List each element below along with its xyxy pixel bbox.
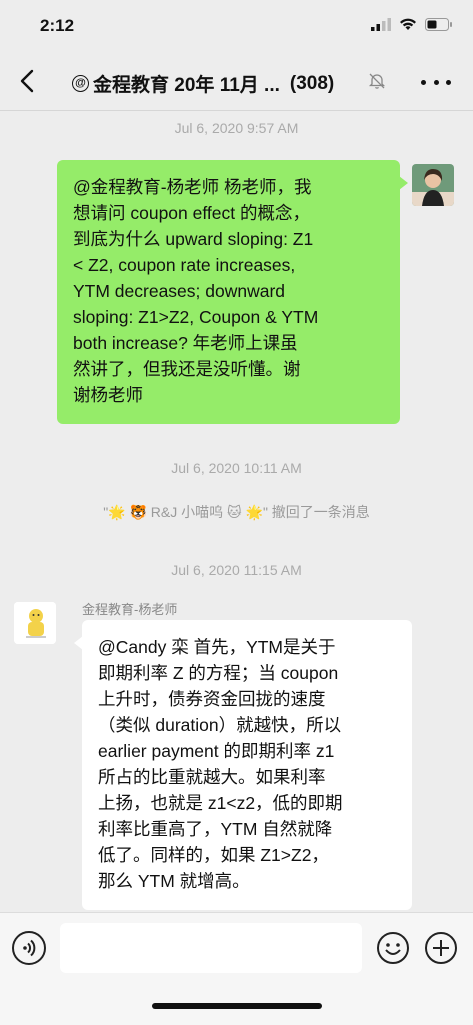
emoji-button[interactable] xyxy=(376,931,410,965)
signal-icon xyxy=(371,18,391,31)
back-icon xyxy=(20,69,34,93)
message-bubble-received[interactable]: @Candy 栾 首先，YTM是关于 即期利率 Z 的方程；当 coupon 上… xyxy=(74,620,412,910)
recall-notice: "🌟 🐯 R&J 小喵呜 🐱 🌟" 撤回了一条消息 xyxy=(103,504,370,520)
more-button[interactable] xyxy=(421,70,451,94)
message-bubble-sent[interactable]: @金程教育-杨老师 杨老师，我 想请问 coupon effect 的概念， 到… xyxy=(57,160,408,424)
plus-icon xyxy=(425,932,457,964)
status-time: 2:12 xyxy=(40,16,75,35)
voice-icon xyxy=(23,939,36,957)
message-input[interactable] xyxy=(60,923,362,973)
message-timestamp: Jul 6, 2020 11:15 AM xyxy=(171,562,302,578)
message-timestamp: Jul 6, 2020 9:57 AM xyxy=(174,120,299,136)
status-bar: 2:12 xyxy=(0,0,473,52)
battery-icon xyxy=(425,18,452,31)
group-name: 金程教育 20年 11月 ... xyxy=(93,75,280,96)
chat-header: @ 金程教育 20年 11月 ... (308) xyxy=(0,52,473,111)
member-count: (308) xyxy=(289,72,335,94)
more-icon xyxy=(421,79,426,85)
mention-badge: @ xyxy=(72,75,89,92)
home-indicator xyxy=(152,1003,322,1009)
emoji-icon xyxy=(377,932,409,964)
avatar[interactable] xyxy=(14,602,56,644)
chat-title[interactable]: @ 金程教育 20年 11月 ... (308) xyxy=(72,70,334,97)
mute-icon xyxy=(368,73,386,89)
sender-name: 金程教育-杨老师 xyxy=(82,602,178,617)
status-icons xyxy=(371,18,453,31)
message-timestamp: Jul 6, 2020 10:11 AM xyxy=(171,460,302,476)
plus-button[interactable] xyxy=(424,931,458,965)
voice-button[interactable] xyxy=(12,931,46,965)
wifi-icon xyxy=(400,18,416,30)
user-photo-icon xyxy=(412,164,454,206)
avatar[interactable] xyxy=(412,164,454,206)
teacher-avatar-icon xyxy=(14,602,56,644)
back-button[interactable] xyxy=(14,64,44,98)
